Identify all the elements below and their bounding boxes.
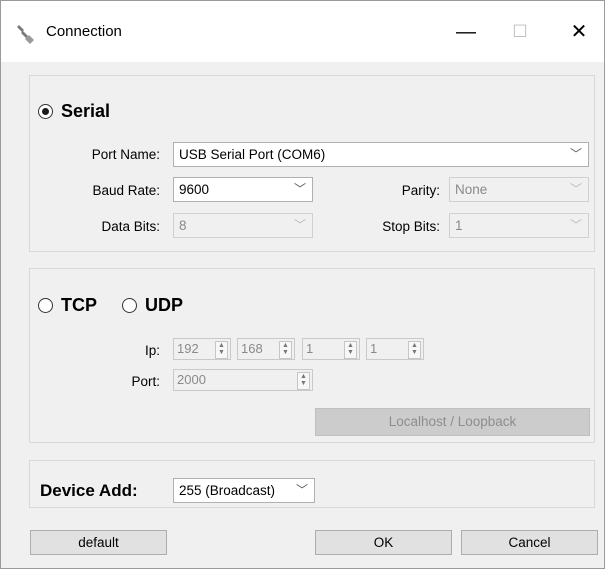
ok-button[interactable]: OK bbox=[315, 530, 452, 555]
serial-radio-label: Serial bbox=[61, 101, 111, 121]
ip-octet-4-value: 1 bbox=[370, 341, 378, 356]
spin-arrows-icon[interactable]: ▲ ▼ bbox=[344, 341, 357, 359]
baud-rate-label: Baud Rate: bbox=[92, 183, 160, 198]
spin-arrows-icon[interactable]: ▲ ▼ bbox=[408, 341, 421, 359]
maximize-button[interactable]: ☐ bbox=[497, 14, 543, 50]
loopback-button[interactable]: Localhost / Loopback bbox=[315, 408, 590, 436]
ip-octet-1[interactable]: 192 ▲ ▼ bbox=[173, 338, 231, 360]
port-name-label: Port Name: bbox=[91, 147, 160, 162]
close-button[interactable]: ✕ bbox=[556, 14, 602, 50]
serial-radio[interactable]: Serial bbox=[38, 101, 110, 122]
cancel-button[interactable]: Cancel bbox=[461, 530, 598, 555]
baud-rate-select[interactable]: 9600 ﹀ bbox=[173, 177, 313, 202]
device-add-select[interactable]: 255 (Broadcast) ﹀ bbox=[173, 478, 315, 503]
ip-octet-4[interactable]: 1 ▲ ▼ bbox=[366, 338, 424, 360]
ip-octet-2-value: 168 bbox=[241, 341, 263, 356]
port-name-value: USB Serial Port (COM6) bbox=[179, 147, 326, 162]
spin-arrows-icon[interactable]: ▲ ▼ bbox=[215, 341, 228, 359]
ip-octet-3-value: 1 bbox=[306, 341, 314, 356]
ip-octet-2[interactable]: 168 ▲ ▼ bbox=[237, 338, 295, 360]
device-add-label: Device Add: bbox=[40, 481, 138, 500]
tcp-radio-button[interactable] bbox=[38, 298, 53, 313]
udp-radio[interactable]: UDP bbox=[122, 295, 183, 316]
udp-radio-label: UDP bbox=[145, 295, 184, 315]
data-bits-select[interactable]: 8 ﹀ bbox=[173, 213, 313, 238]
chevron-down-icon: ﹀ bbox=[569, 147, 582, 161]
port-name-select[interactable]: USB Serial Port (COM6) ﹀ bbox=[173, 142, 589, 167]
port-input[interactable]: 2000 ▲ ▼ bbox=[173, 369, 313, 391]
udp-radio-button[interactable] bbox=[122, 298, 137, 313]
window-title: Connection bbox=[46, 23, 122, 40]
data-bits-value: 8 bbox=[179, 218, 187, 233]
parity-value: None bbox=[455, 182, 488, 197]
baud-rate-value: 9600 bbox=[179, 182, 210, 197]
minimize-icon: — bbox=[456, 21, 476, 43]
tcp-radio-label: TCP bbox=[61, 295, 97, 315]
parity-select[interactable]: None ﹀ bbox=[449, 177, 589, 202]
device-add-value: 255 (Broadcast) bbox=[179, 483, 276, 498]
port-label: Port: bbox=[131, 374, 160, 389]
ip-octet-1-value: 192 bbox=[177, 341, 199, 356]
chevron-down-icon: ﹀ bbox=[569, 182, 582, 196]
tcp-radio[interactable]: TCP bbox=[38, 295, 97, 316]
serial-radio-button[interactable] bbox=[38, 104, 53, 119]
spin-arrows-icon[interactable]: ▲ ▼ bbox=[279, 341, 292, 359]
chevron-down-icon: ﹀ bbox=[293, 182, 306, 196]
close-icon: ✕ bbox=[570, 21, 588, 43]
ip-label: Ip: bbox=[144, 343, 160, 358]
chevron-down-icon: ﹀ bbox=[569, 218, 582, 232]
ip-octet-3[interactable]: 1 ▲ ▼ bbox=[302, 338, 360, 360]
parity-label: Parity: bbox=[401, 183, 440, 198]
wrench-icon bbox=[17, 25, 34, 44]
spin-arrows-icon[interactable]: ▲ ▼ bbox=[297, 372, 310, 390]
stop-bits-label: Stop Bits: bbox=[382, 219, 440, 234]
chevron-down-icon: ﹀ bbox=[295, 483, 308, 497]
maximize-icon: ☐ bbox=[512, 22, 528, 41]
port-value: 2000 bbox=[177, 372, 206, 387]
data-bits-label: Data Bits: bbox=[101, 219, 160, 234]
stop-bits-value: 1 bbox=[455, 218, 463, 233]
stop-bits-select[interactable]: 1 ﹀ bbox=[449, 213, 589, 238]
chevron-down-icon: ﹀ bbox=[293, 218, 306, 232]
default-button[interactable]: default bbox=[30, 530, 167, 555]
minimize-button[interactable]: — bbox=[443, 14, 489, 50]
